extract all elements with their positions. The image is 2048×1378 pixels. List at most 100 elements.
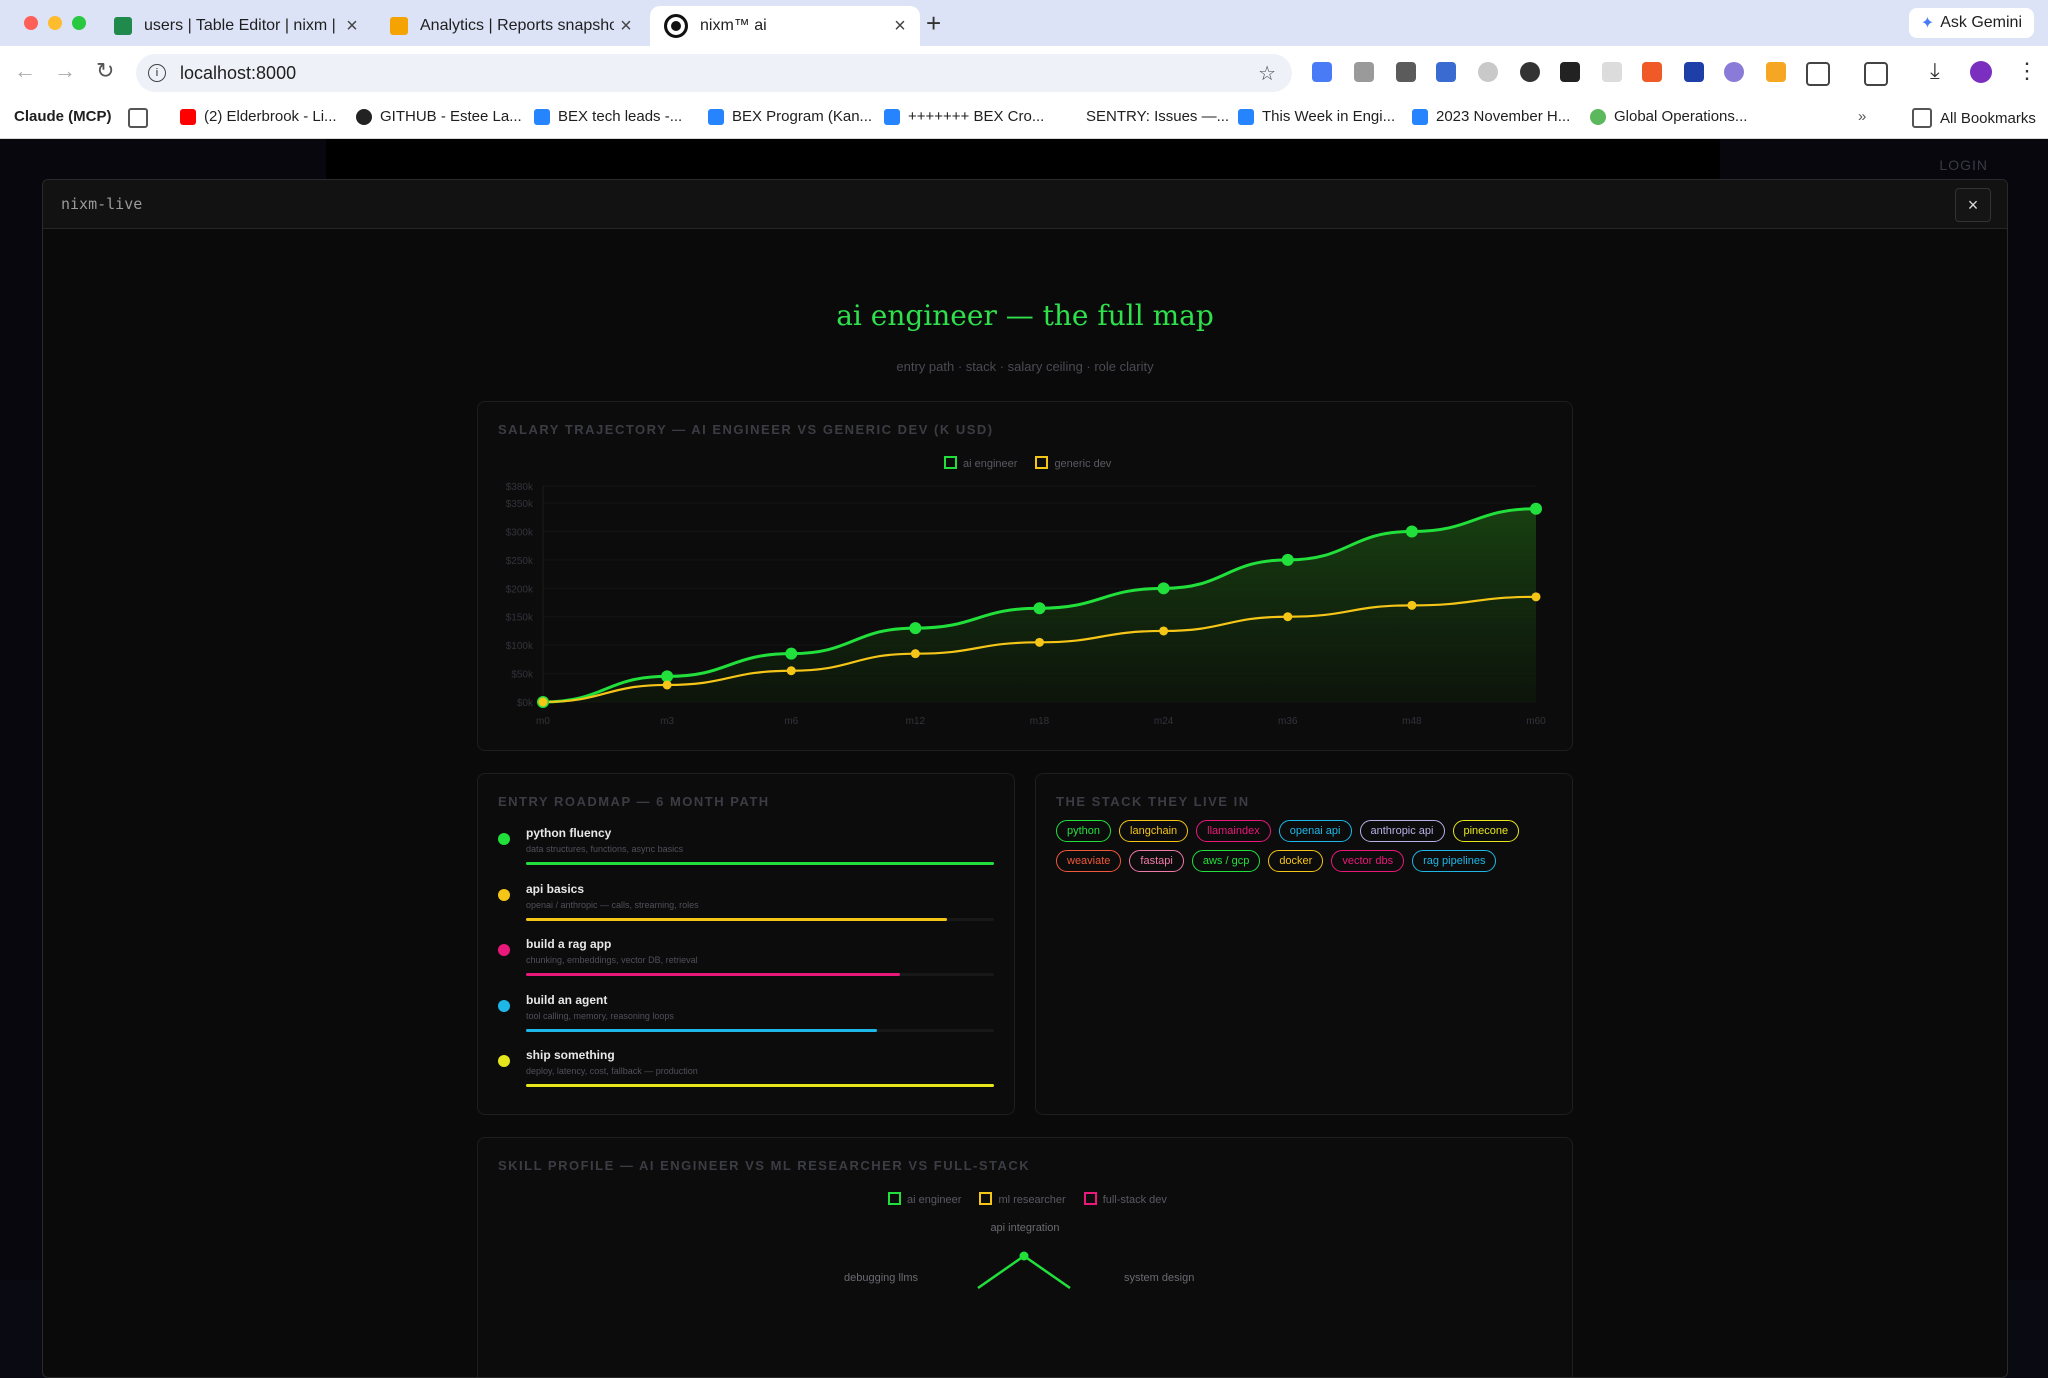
new-tab-button[interactable]: +: [926, 8, 941, 39]
extension-icon[interactable]: [1396, 62, 1416, 82]
extension-icon[interactable]: [1642, 62, 1662, 82]
extensions-puzzle-icon[interactable]: [1806, 62, 1830, 86]
y-tick-label: $150k: [506, 613, 534, 624]
extension-icon[interactable]: [1436, 62, 1456, 82]
github-icon: [356, 108, 372, 125]
modal-close-button[interactable]: ×: [1955, 188, 1991, 222]
close-icon: ×: [1967, 194, 1979, 215]
extension-icon[interactable]: [1478, 62, 1498, 82]
bookmark-item[interactable]: BEX Program (Kan...: [708, 108, 872, 125]
extension-icon[interactable]: [1602, 62, 1622, 82]
extension-icon[interactable]: [1520, 62, 1540, 82]
stack-chip: docker: [1268, 850, 1324, 872]
globe-icon: [1590, 108, 1606, 125]
menu-kebab-icon[interactable]: ⋮: [2016, 58, 2038, 84]
x-tick-label: m3: [660, 716, 674, 727]
bookmark-label: 2023 November H...: [1436, 108, 1571, 125]
bookmark-item[interactable]: SENTRY: Issues —...: [1086, 108, 1229, 125]
roadmap-item: ship something deploy, latency, cost, fa…: [498, 1048, 994, 1098]
roadmap-title: ENTRY ROADMAP — 6 MONTH PATH: [498, 794, 770, 809]
browser-tab-active[interactable]: nixm™ ai ×: [650, 6, 920, 46]
extension-icon[interactable]: [1766, 62, 1786, 82]
roadmap-progress-fill: [526, 917, 948, 921]
bookmark-label: BEX Program (Kan...: [732, 108, 873, 125]
data-point: [786, 666, 796, 676]
roadmap-item-desc: chunking, embeddings, vector DB, retriev…: [526, 955, 698, 965]
bookmark-label: +++++++ BEX Cro...: [908, 108, 1045, 125]
y-tick-label: $200k: [506, 584, 534, 595]
apps-grid-icon[interactable]: [128, 108, 148, 128]
roadmap-dot: [498, 999, 510, 1012]
bookmark-item[interactable]: Global Operations...: [1590, 108, 1747, 125]
stack-chip: python: [1056, 820, 1112, 842]
data-point: [1531, 592, 1541, 602]
browser-tab[interactable]: Analytics | Reports snapshot ×: [376, 6, 646, 46]
roadmap-item-title: api basics: [526, 881, 585, 896]
roadmap-item-desc: deploy, latency, cost, fallback — produc…: [526, 1066, 698, 1076]
ask-gemini-button[interactable]: ✦ Ask Gemini: [1908, 8, 2034, 38]
back-icon[interactable]: ←: [14, 58, 36, 84]
bookmark-label: BEX tech leads -...: [558, 108, 683, 125]
tab-close-icon[interactable]: ×: [340, 15, 364, 38]
window-minimize-dot[interactable]: [48, 16, 62, 30]
bookmark-item[interactable]: GITHUB - Estee La...: [356, 108, 522, 125]
modal-title: nixm-live: [61, 195, 143, 213]
site-info-icon[interactable]: i: [148, 64, 166, 82]
tab-close-icon[interactable]: ×: [614, 15, 638, 38]
download-icon[interactable]: ⤓: [1930, 58, 1940, 84]
extension-icon[interactable]: [1724, 62, 1744, 82]
stack-chip: vector dbs: [1331, 850, 1405, 872]
x-tick-label: m6: [784, 716, 798, 727]
window-close-dot[interactable]: [24, 16, 38, 30]
forward-icon[interactable]: →: [54, 58, 76, 84]
bookmark-item[interactable]: Claude (MCP): [14, 108, 112, 125]
window-maximize-dot[interactable]: [72, 16, 86, 30]
modal-dialog: nixm-live × ai engineer — the full map e…: [42, 179, 2008, 1378]
x-tick-label: m0: [536, 716, 550, 727]
roadmap-progress-fill: [526, 1028, 877, 1032]
bookmark-item[interactable]: 2023 November H...: [1412, 108, 1570, 125]
data-point: [910, 649, 920, 659]
tab-search-icon[interactable]: [1864, 62, 1888, 86]
stack-chip: anthropic api: [1359, 820, 1445, 842]
x-tick-label: m12: [906, 716, 926, 727]
formula-extension-icon[interactable]: [1560, 62, 1580, 82]
tab-close-icon[interactable]: ×: [888, 15, 912, 38]
bookmark-item[interactable]: This Week in Engi...: [1238, 108, 1395, 125]
y-tick-label: $300k: [506, 527, 534, 538]
roadmap-item-desc: data structures, functions, async basics: [526, 844, 684, 854]
page-header-backdrop: [326, 139, 1720, 179]
roadmap-dot: [498, 944, 510, 956]
bookmark-item[interactable]: (2) Elderbrook - Li...: [180, 108, 337, 125]
modal-content[interactable]: ai engineer — the full map entry path · …: [43, 229, 2007, 1377]
roadmap-progress-track: [526, 862, 994, 865]
roadmap-item-title: ship something: [526, 1048, 615, 1062]
roadmap-item: build a rag app chunking, embeddings, ve…: [498, 937, 994, 987]
bookmark-item[interactable]: BEX tech leads -...: [534, 108, 682, 125]
more-bookmarks-chevron-icon[interactable]: »: [1858, 108, 1866, 125]
bookmark-item[interactable]: +++++++ BEX Cro...: [884, 108, 1044, 125]
all-bookmarks-button[interactable]: All Bookmarks: [1912, 108, 2036, 128]
roadmap-progress-track: [526, 973, 994, 976]
roadmap-dot: [498, 888, 510, 901]
page-title: ai engineer — the full map: [836, 299, 1214, 332]
camera-extension-icon[interactable]: [1354, 62, 1374, 82]
profile-avatar[interactable]: [1970, 61, 1992, 83]
reload-icon[interactable]: ↻: [96, 58, 114, 84]
roadmap-item: api basics openai / anthropic — calls, s…: [498, 882, 994, 932]
bookmark-star-icon[interactable]: ☆: [1258, 61, 1276, 86]
ask-gemini-label: Ask Gemini: [1940, 14, 2022, 31]
roadmap-item-title: build an agent: [526, 992, 608, 1007]
login-button[interactable]: LOGIN: [1931, 153, 1996, 177]
y-tick-label: $250k: [506, 556, 534, 567]
translate-extension-icon[interactable]: [1312, 62, 1332, 82]
radar-series-ai-engineer: [977, 1254, 1071, 1290]
stack-title: THE STACK THEY LIVE IN: [1056, 794, 1250, 809]
elc-sre-extension-icon[interactable]: [1684, 62, 1704, 82]
bookmarks-bar: Claude (MCP) (2) Elderbrook - Li... GITH…: [0, 98, 2048, 139]
browser-tab[interactable]: users | Table Editor | nixm | tu ×: [100, 6, 372, 46]
address-bar[interactable]: i localhost:8000 ☆: [136, 54, 1292, 92]
page-viewport: LOGIN nixm-live × ai engineer — the full…: [0, 139, 2048, 1378]
radar-chart: [977, 1251, 1071, 1290]
bookmark-label: GITHUB - Estee La...: [380, 108, 522, 125]
